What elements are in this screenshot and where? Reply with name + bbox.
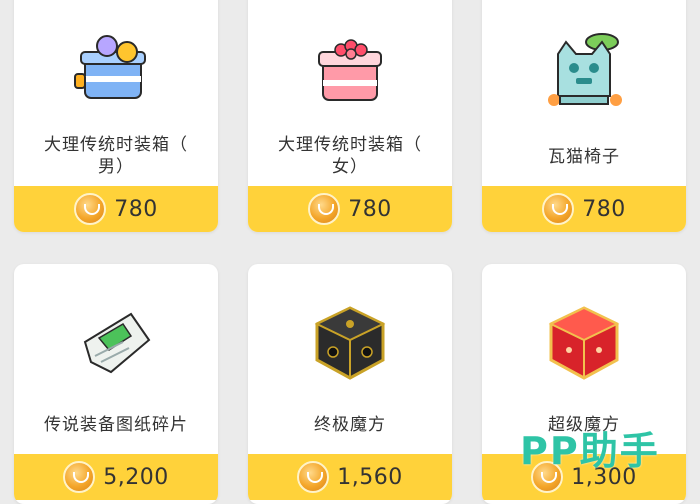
price-label: 780 xyxy=(582,196,626,222)
item-name: 传说装备图纸碎片 xyxy=(44,415,188,435)
price-label: 780 xyxy=(114,196,158,222)
pink-fashion-box-icon xyxy=(318,39,382,101)
price-bar[interactable]: 780 xyxy=(14,186,218,232)
price-label: 780 xyxy=(348,196,392,222)
price-label: 5,200 xyxy=(103,464,169,490)
blue-fashion-box-icon xyxy=(74,35,146,99)
price-bar[interactable]: 780 xyxy=(248,186,452,232)
tile-cat-chair-icon xyxy=(548,33,622,106)
black-cube-icon xyxy=(314,306,386,380)
item-name: 终极魔方 xyxy=(314,415,386,435)
shop-item-card[interactable]: 终极魔方 1,560 xyxy=(248,264,452,504)
item-name: 大理传统时装箱（ 女） xyxy=(278,135,422,177)
coin-icon xyxy=(308,193,341,225)
item-name: 瓦猫椅子 xyxy=(548,147,620,167)
item-name: 大理传统时装箱（ 男） xyxy=(44,135,188,177)
shop-item-card[interactable]: 传说装备图纸碎片 5,200 xyxy=(14,264,218,504)
red-cube-icon xyxy=(548,306,620,380)
price-bar[interactable]: 1,560 xyxy=(248,454,452,500)
shop-item-card[interactable]: 大理传统时装箱（ 男） 780 xyxy=(14,0,218,232)
coin-icon xyxy=(297,461,330,493)
shop-item-card[interactable]: 瓦猫椅子 780 xyxy=(482,0,686,232)
coin-icon xyxy=(63,461,96,493)
shop-item-card[interactable]: 大理传统时装箱（ 女） 780 xyxy=(248,0,452,232)
coin-icon xyxy=(542,193,575,225)
coin-icon xyxy=(74,193,107,225)
price-label: 1,560 xyxy=(337,464,403,490)
blueprint-fragment-icon xyxy=(83,312,151,374)
price-bar[interactable]: 780 xyxy=(482,186,686,232)
watermark: PP助手 xyxy=(520,429,660,473)
price-bar[interactable]: 5,200 xyxy=(14,454,218,500)
